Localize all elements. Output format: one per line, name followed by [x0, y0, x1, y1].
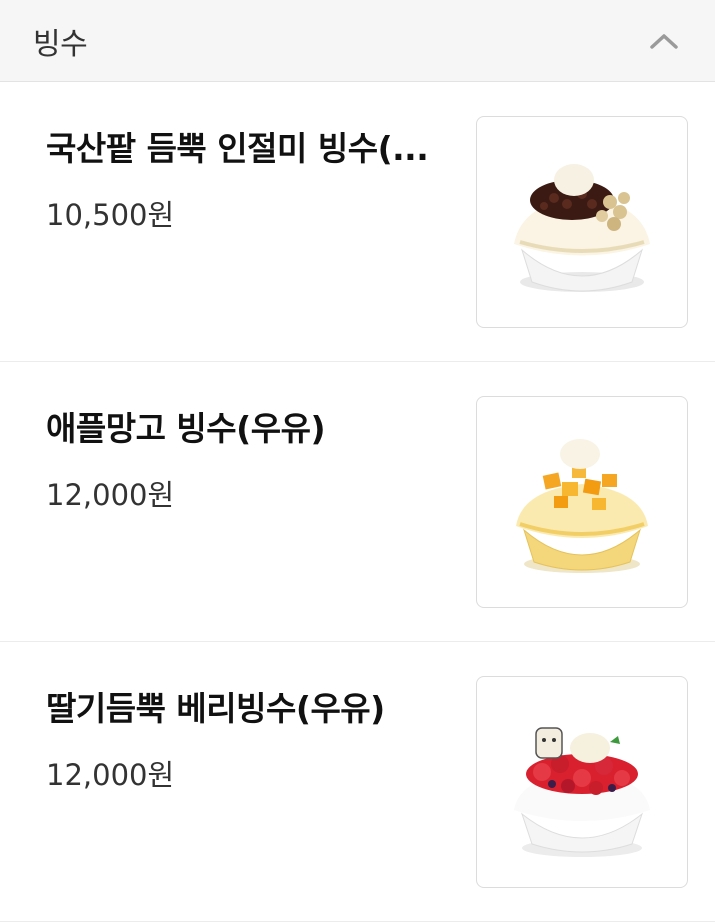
menu-item-image[interactable]: [476, 116, 688, 328]
menu-item-name: 애플망고 빙수(우유): [46, 409, 326, 448]
apple-mango-bingsu-image: [516, 439, 648, 573]
red-bean-injeolmi-bingsu-image: [514, 164, 650, 292]
strawberry-berry-bingsu-image: [514, 727, 650, 857]
menu-item-name: 국산팥 듬뿍 인절미 빙수(...: [46, 129, 429, 168]
menu-item-price: 12,000원: [46, 758, 175, 792]
category-title: 빙수: [33, 26, 88, 62]
menu-item[interactable]: 애플망고 빙수(우유) 12,000원: [0, 362, 715, 642]
menu-item-name: 딸기듬뿍 베리빙수(우유): [46, 689, 385, 728]
menu-item-price: 12,000원: [46, 478, 175, 512]
menu-item[interactable]: 딸기듬뿍 베리빙수(우유) 12,000원: [0, 642, 715, 922]
category-header[interactable]: 빙수: [0, 0, 715, 82]
chevron-up-icon[interactable]: [649, 31, 679, 51]
menu-item-image[interactable]: [476, 396, 688, 608]
menu-item-image[interactable]: [476, 676, 688, 888]
menu-item-price: 10,500원: [46, 198, 175, 232]
menu-item[interactable]: 국산팥 듬뿍 인절미 빙수(... 10,500원: [0, 82, 715, 362]
